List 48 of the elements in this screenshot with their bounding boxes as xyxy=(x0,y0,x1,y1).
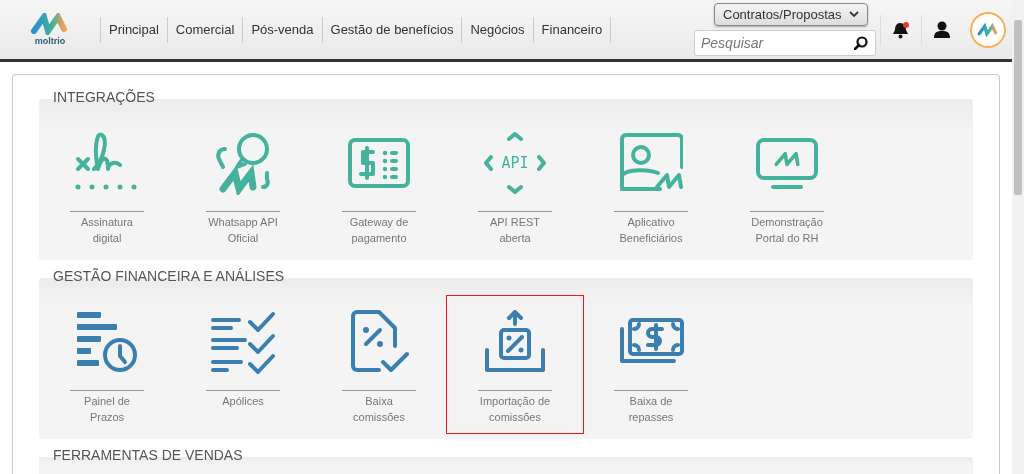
tile-label: Demonstração Portal do RH xyxy=(750,215,824,246)
nav-item[interactable]: Negócios xyxy=(462,16,534,43)
user-monitor-icon xyxy=(619,133,683,193)
tile-label: Whatsapp API Oficial xyxy=(207,215,279,246)
shortcut-tile[interactable]: Apólices xyxy=(175,296,311,433)
shortcut-tile[interactable]: Importação de comissões xyxy=(447,296,583,433)
shortcut-tile[interactable]: Baixa comissões xyxy=(311,296,447,433)
clock-list-icon xyxy=(75,310,139,374)
tile-label: Importação de comissões xyxy=(478,394,552,425)
nav-item[interactable]: Financeiro xyxy=(533,16,612,43)
tile-label: Baixa de repasses xyxy=(627,394,675,425)
logo-icon xyxy=(30,13,70,35)
shortcut-tile[interactable]: Demonstração Portal do RH xyxy=(719,117,855,254)
chevron-down-icon xyxy=(849,11,859,18)
shortcut-tile[interactable]: Gateway de pagamento xyxy=(311,117,447,254)
shortcut-tile[interactable]: API API REST aberta xyxy=(447,117,583,254)
section-title: INTEGRAÇÕES xyxy=(53,89,156,105)
payment-terminal-icon xyxy=(347,137,411,189)
tile-label: Gateway de pagamento xyxy=(348,215,410,246)
shortcut-tile[interactable]: Painel de Prazos xyxy=(39,296,175,433)
user-icon xyxy=(934,21,950,38)
tile-label: Painel de Prazos xyxy=(83,394,131,425)
tile-label: Apólices xyxy=(221,394,265,409)
search-field[interactable]: Pesquisar xyxy=(694,30,876,56)
select-dropdown[interactable]: Contratos/Propostas xyxy=(714,3,868,26)
tile-label: Baixa comissões xyxy=(352,394,406,425)
document-percent-icon xyxy=(349,310,409,374)
avatar[interactable] xyxy=(970,11,1006,48)
upload-percent-icon xyxy=(483,310,547,374)
tile-label: API REST aberta xyxy=(488,215,542,246)
shortcut-tile[interactable]: Assinatura digital xyxy=(39,117,175,254)
section-title: GESTÃO FINANCEIRA E ANÁLISES xyxy=(53,268,286,284)
nav-item[interactable]: Pós-venda xyxy=(243,16,323,43)
shortcut-tile[interactable]: Baixa de repasses xyxy=(583,296,719,433)
scrollbar-thumb[interactable] xyxy=(1014,20,1022,195)
shortcut-tile[interactable]: Aplicativo Beneficiários xyxy=(583,117,719,254)
logo-icon xyxy=(977,22,999,37)
section-title: FERRAMENTAS DE VENDAS xyxy=(53,447,244,463)
logo-text: moltrio xyxy=(34,36,66,46)
nav-item[interactable]: Comercial xyxy=(167,16,244,43)
api-label: API xyxy=(501,154,529,172)
tile-label: Assinatura digital xyxy=(80,215,134,246)
monitor-icon xyxy=(755,137,819,189)
nav-item[interactable]: Principal xyxy=(101,16,168,43)
shortcut-tile[interactable]: Whatsapp API Oficial xyxy=(175,117,311,254)
checklist-icon xyxy=(210,310,276,374)
nav-item[interactable]: Gestão de benefícios xyxy=(322,16,463,43)
tile-label: Aplicativo Beneficiários xyxy=(618,215,684,246)
